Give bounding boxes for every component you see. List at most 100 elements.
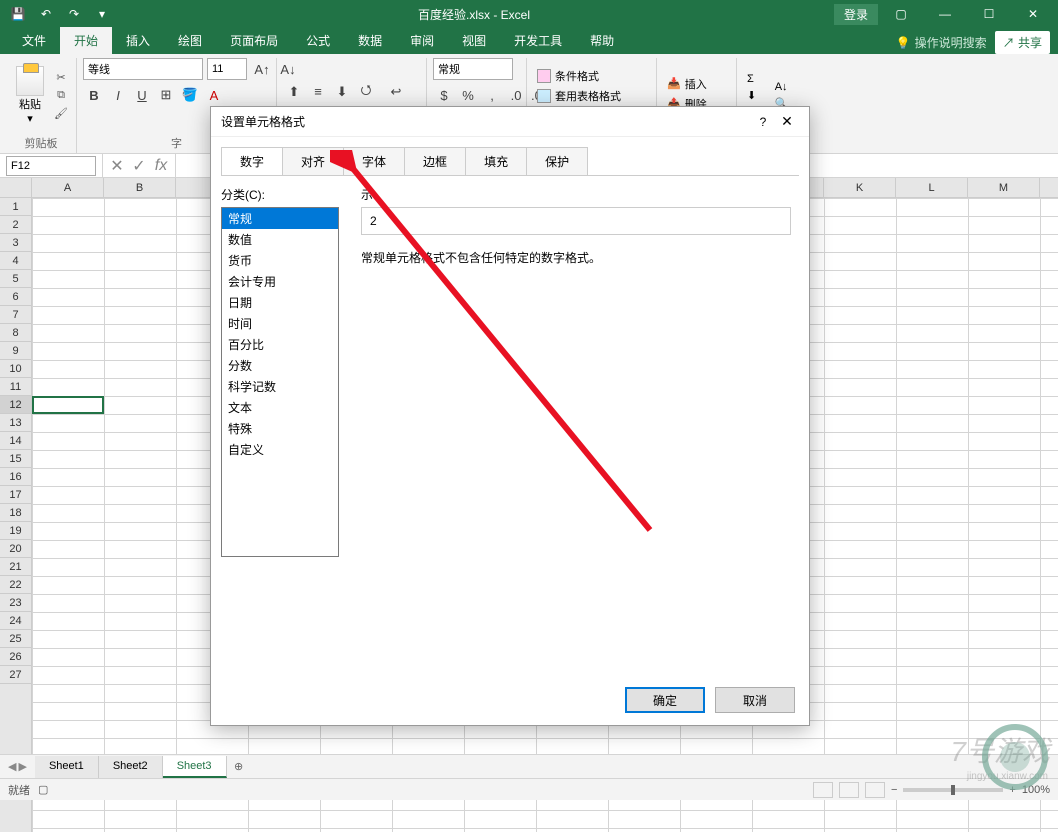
row-header[interactable]: 7 (0, 306, 31, 324)
conditional-format-button[interactable]: 条件格式 (533, 67, 625, 85)
fill-button[interactable]: ⬇ (743, 88, 765, 103)
ok-button[interactable]: 确定 (625, 687, 705, 713)
close-icon[interactable]: ✕ (1012, 0, 1054, 28)
row-header[interactable]: 3 (0, 234, 31, 252)
insert-cells-button[interactable]: 📥 插入 (663, 75, 711, 93)
ribbon-display-icon[interactable]: ▢ (880, 0, 922, 28)
name-box[interactable]: F12 (6, 156, 96, 176)
tab-home[interactable]: 开始 (60, 27, 112, 54)
cancel-formula-icon[interactable]: ✕ (107, 156, 127, 176)
comma-icon[interactable]: , (481, 84, 503, 106)
category-item[interactable]: 分数 (222, 355, 338, 376)
minimize-icon[interactable]: — (924, 0, 966, 28)
sheet-nav-first-icon[interactable]: ◀ (8, 760, 16, 773)
row-header[interactable]: 25 (0, 630, 31, 648)
tab-dev[interactable]: 开发工具 (500, 27, 576, 54)
currency-icon[interactable]: $ (433, 84, 455, 106)
category-item[interactable]: 数值 (222, 229, 338, 250)
dialog-tab-fill[interactable]: 填充 (465, 147, 527, 175)
save-icon[interactable]: 💾 (6, 2, 30, 26)
bold-button[interactable]: B (83, 84, 105, 106)
tab-formulas[interactable]: 公式 (292, 27, 344, 54)
align-middle-icon[interactable]: ≡ (307, 81, 329, 103)
category-item[interactable]: 科学记数 (222, 376, 338, 397)
category-item[interactable]: 常规 (222, 208, 338, 229)
select-all-corner[interactable] (0, 178, 32, 197)
login-button[interactable]: 登录 (834, 4, 878, 25)
row-header[interactable]: 13 (0, 414, 31, 432)
number-format-select[interactable] (433, 58, 513, 80)
category-item[interactable]: 时间 (222, 313, 338, 334)
maximize-icon[interactable]: ☐ (968, 0, 1010, 28)
dialog-tab-align[interactable]: 对齐 (282, 147, 344, 175)
category-item[interactable]: 特殊 (222, 418, 338, 439)
fill-color-button[interactable]: 🪣 (179, 84, 201, 106)
row-header[interactable]: 23 (0, 594, 31, 612)
row-header[interactable]: 19 (0, 522, 31, 540)
undo-icon[interactable]: ↶ (34, 2, 58, 26)
format-painter-icon[interactable]: 🖌 (52, 106, 70, 122)
row-header[interactable]: 4 (0, 252, 31, 270)
row-header[interactable]: 20 (0, 540, 31, 558)
font-size-select[interactable] (207, 58, 247, 80)
autosum-button[interactable]: Σ (743, 72, 765, 86)
row-header[interactable]: 26 (0, 648, 31, 666)
align-bottom-icon[interactable]: ⬇ (331, 81, 353, 103)
normal-view-icon[interactable] (813, 782, 833, 798)
row-header[interactable]: 18 (0, 504, 31, 522)
col-header[interactable]: L (896, 178, 968, 197)
tab-help[interactable]: 帮助 (576, 27, 628, 54)
category-item[interactable]: 自定义 (222, 439, 338, 460)
sheet-tab-1[interactable]: Sheet1 (35, 756, 99, 778)
row-header[interactable]: 16 (0, 468, 31, 486)
dialog-tab-font[interactable]: 字体 (343, 147, 405, 175)
align-top-icon[interactable]: ⬆ (283, 81, 305, 103)
italic-button[interactable]: I (107, 84, 129, 106)
row-header[interactable]: 10 (0, 360, 31, 378)
underline-button[interactable]: U (131, 84, 153, 106)
cut-icon[interactable]: ✂ (52, 70, 70, 86)
dialog-tab-border[interactable]: 边框 (404, 147, 466, 175)
zoom-out-icon[interactable]: − (891, 784, 897, 796)
share-button[interactable]: ↗ 共享 (995, 31, 1050, 54)
tab-view[interactable]: 视图 (448, 27, 500, 54)
dialog-tab-number[interactable]: 数字 (221, 147, 283, 175)
redo-icon[interactable]: ↷ (62, 2, 86, 26)
zoom-level[interactable]: 100% (1022, 784, 1050, 796)
row-header[interactable]: 6 (0, 288, 31, 306)
tab-review[interactable]: 审阅 (396, 27, 448, 54)
category-item[interactable]: 百分比 (222, 334, 338, 355)
paste-button[interactable]: 粘贴 ▾ (12, 64, 48, 127)
tab-file[interactable]: 文件 (8, 27, 60, 54)
page-break-view-icon[interactable] (865, 782, 885, 798)
row-header[interactable]: 17 (0, 486, 31, 504)
macro-record-icon[interactable]: ▢ (38, 783, 48, 796)
row-header[interactable]: 8 (0, 324, 31, 342)
wrap-text-icon[interactable]: ↩ (385, 81, 407, 103)
border-button[interactable]: ⊞ (155, 84, 177, 106)
tab-data[interactable]: 数据 (344, 27, 396, 54)
tab-draw[interactable]: 绘图 (164, 27, 216, 54)
dialog-close-icon[interactable]: ✕ (775, 113, 799, 130)
row-header[interactable]: 27 (0, 666, 31, 684)
tell-me-search[interactable]: 💡 操作说明搜索 (896, 34, 987, 51)
percent-icon[interactable]: % (457, 84, 479, 106)
row-header[interactable]: 22 (0, 576, 31, 594)
row-header[interactable]: 9 (0, 342, 31, 360)
row-header[interactable]: 24 (0, 612, 31, 630)
dialog-tab-protect[interactable]: 保护 (526, 147, 588, 175)
col-header[interactable]: M (968, 178, 1040, 197)
zoom-slider[interactable] (903, 788, 1003, 792)
fx-icon[interactable]: fx (151, 157, 171, 175)
increase-decimal-icon[interactable]: .0 (505, 84, 527, 106)
sheet-tab-2[interactable]: Sheet2 (99, 756, 163, 778)
add-sheet-button[interactable]: ⊕ (227, 760, 251, 773)
row-header[interactable]: 15 (0, 450, 31, 468)
sheet-nav-last-icon[interactable]: ▶ (18, 760, 26, 773)
row-header[interactable]: 1 (0, 198, 31, 216)
col-header[interactable]: B (104, 178, 176, 197)
cancel-button[interactable]: 取消 (715, 687, 795, 713)
format-as-table-button[interactable]: 套用表格格式 (533, 87, 625, 105)
category-item[interactable]: 文本 (222, 397, 338, 418)
category-item[interactable]: 会计专用 (222, 271, 338, 292)
